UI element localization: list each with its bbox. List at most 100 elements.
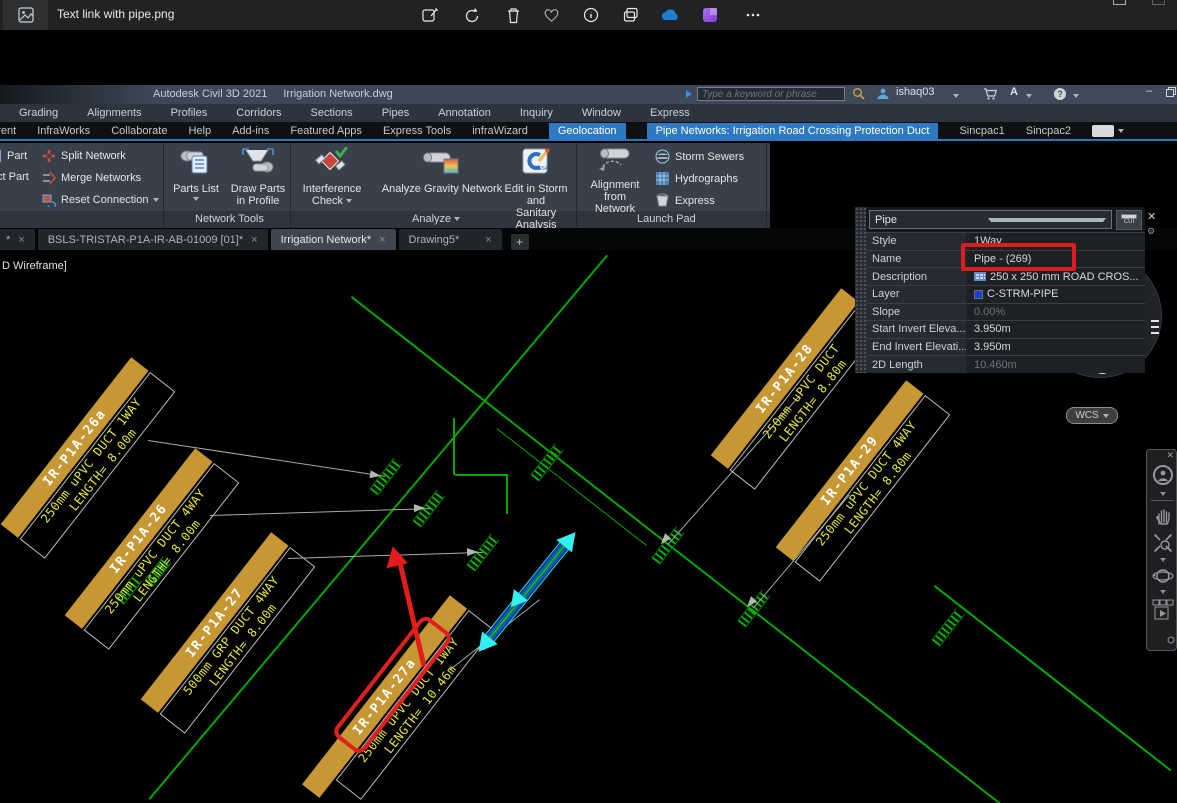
file-tab-bsls[interactable]: BSLS-TRISTAR-P1A-IR-AB-01009 [01]* ×	[37, 229, 268, 250]
keyword-search-input[interactable]	[697, 87, 845, 101]
more-icon[interactable]	[743, 5, 763, 25]
property-value[interactable]: C-STRM-PIPE	[966, 285, 1145, 303]
tab-collaborate[interactable]: Collaborate	[111, 125, 167, 137]
close-tab-icon[interactable]: ×	[251, 234, 257, 246]
navbar-customize-icon[interactable]	[1147, 636, 1177, 644]
merge-networks-button[interactable]: Merge Networks	[42, 171, 141, 185]
delete-icon[interactable]	[503, 5, 523, 25]
zoom-extents-icon[interactable]	[1147, 532, 1177, 554]
cui-button[interactable]: CUI	[1116, 209, 1142, 230]
pipe-label-IR-P1A-27a[interactable]: IR-P1A-27a 250mm uPVC DUCT 1WAY LENGTH= …	[302, 595, 494, 803]
analyze-gravity-network-button[interactable]: Analyze Gravity Network	[378, 149, 506, 195]
property-value[interactable]: 3.950m	[966, 321, 1145, 338]
navbar-close-icon[interactable]: ✕	[1166, 450, 1174, 461]
interference-check-button[interactable]: Interference Check	[296, 146, 368, 207]
restore-button[interactable]	[1166, 87, 1176, 100]
tab-sections[interactable]: Sections	[310, 107, 352, 119]
tab-infraworks[interactable]: InfraWorks	[37, 125, 90, 137]
search-expand-icon[interactable]	[686, 90, 692, 98]
help-icon[interactable]: ?	[1053, 87, 1067, 104]
tab-help[interactable]: Help	[188, 125, 211, 137]
road-crossing-duct[interactable]	[931, 608, 965, 647]
edit-draw-icon[interactable]	[420, 5, 440, 25]
panel-label-analyze[interactable]: Analyze	[412, 213, 461, 225]
view-controls[interactable]: D Wireframe]	[2, 260, 67, 272]
wcs-selector[interactable]: WCS	[1066, 407, 1118, 424]
window-control-icon[interactable]	[1113, 0, 1126, 5]
reset-connection-button[interactable]: Reset Connection	[42, 193, 160, 207]
wheel-menu-caret-icon[interactable]	[1160, 492, 1166, 496]
pan-hand-icon[interactable]	[1147, 506, 1177, 526]
signed-in-user[interactable]: ishaq03	[896, 86, 935, 98]
tab-overflow-dropdown[interactable]	[1092, 124, 1124, 137]
palette-grip-icon[interactable]	[1151, 320, 1159, 322]
tab-corridors[interactable]: Corridors	[236, 107, 281, 119]
hydrographs-button[interactable]: Hydrographs	[655, 171, 738, 186]
tab-profiles[interactable]: Profiles	[171, 107, 208, 119]
minimize-button[interactable]: –	[1146, 85, 1152, 97]
tab-sincpac2[interactable]: Sincpac2	[1026, 125, 1071, 137]
user-menu-caret-icon[interactable]	[953, 94, 959, 98]
navigation-wheel-icon[interactable]	[1147, 464, 1177, 486]
object-type-select[interactable]: Pipe	[869, 210, 1112, 229]
tab-infrawizard[interactable]: infraWizard	[472, 125, 528, 137]
window-control-icon[interactable]	[1152, 0, 1165, 5]
palette-move-grip[interactable]	[855, 207, 866, 373]
tab-geolocation[interactable]: Geolocation	[548, 122, 626, 139]
tab-inquiry[interactable]: Inquiry	[520, 107, 553, 119]
palette-grip-icon[interactable]	[1151, 332, 1159, 334]
app-store-cart-icon[interactable]	[983, 88, 997, 103]
new-drawing-tab-button[interactable]: +	[510, 234, 529, 250]
selected-pipe-269[interactable]	[470, 525, 584, 659]
app-gradient-icon[interactable]	[700, 5, 720, 25]
onedrive-icon[interactable]	[660, 5, 680, 25]
tab-alignments[interactable]: Alignments	[87, 107, 141, 119]
copy-icon[interactable]	[621, 5, 641, 25]
orbit-icon[interactable]	[1147, 566, 1177, 586]
autodesk-a360-icon[interactable]: A	[1010, 86, 1018, 98]
property-value[interactable]: 3.950m	[966, 338, 1145, 356]
panel-label-launch-pad[interactable]: Launch Pad	[637, 213, 696, 225]
file-tab-drawing5[interactable]: Drawing5* ×	[398, 229, 502, 250]
disconnect-part-button[interactable]: ct Part	[0, 171, 29, 183]
file-tab-partial[interactable]: * ×	[0, 229, 35, 250]
draw-parts-in-profile-button[interactable]: Draw Parts in Profile	[228, 147, 288, 207]
tab-annotation[interactable]: Annotation	[438, 107, 491, 119]
express-button[interactable]: Express	[655, 193, 715, 208]
panel-label-network-tools[interactable]: Network Tools	[195, 213, 264, 225]
road-crossing-duct[interactable]	[651, 526, 685, 565]
rotate-icon[interactable]	[462, 5, 482, 25]
help-caret-icon[interactable]	[1073, 94, 1079, 98]
tab-window[interactable]: Window	[582, 107, 621, 119]
favorite-icon[interactable]	[541, 5, 561, 25]
navigation-bar[interactable]: ✕	[1146, 449, 1177, 651]
tab-express[interactable]: Express	[650, 107, 690, 119]
storm-sewers-button[interactable]: Storm Sewers	[655, 149, 744, 164]
zoom-menu-caret-icon[interactable]	[1160, 558, 1166, 562]
tab-featured-apps[interactable]: Featured Apps	[290, 125, 362, 137]
tab-pipes[interactable]: Pipes	[382, 107, 410, 119]
file-tab-irrigation-network[interactable]: Irrigation Network* ×	[270, 229, 396, 250]
palette-close-icon[interactable]: ✕	[1147, 210, 1156, 223]
palette-grip-icon[interactable]	[1151, 326, 1159, 328]
alignment-from-network-button[interactable]: Alignment from Network	[584, 147, 646, 215]
info-icon[interactable]	[581, 5, 601, 25]
edit-in-ssa-button[interactable]: SSA Edit in Storm and Sanitary Analysis	[500, 147, 572, 231]
tab-grading[interactable]: Grading	[19, 107, 58, 119]
showmotion-icon[interactable]	[1147, 598, 1177, 622]
tab-pipe-networks-context[interactable]: Pipe Networks: Irrigation Road Crossing …	[646, 122, 939, 139]
search-icon[interactable]	[852, 87, 865, 103]
close-tab-icon[interactable]: ×	[18, 234, 24, 246]
split-network-button[interactable]: Split Network	[42, 149, 126, 163]
tab-express-tools[interactable]: Express Tools	[383, 125, 451, 137]
parts-list-button[interactable]: Parts List	[168, 147, 224, 201]
palette-settings-icon[interactable]: ⚙	[1147, 226, 1155, 237]
tab-sincpac1[interactable]: Sincpac1	[959, 125, 1004, 137]
tab-parent[interactable]: parent	[0, 125, 16, 137]
close-tab-icon[interactable]: ×	[485, 234, 491, 246]
a360-caret-icon[interactable]	[1026, 94, 1032, 98]
swap-part-button[interactable]: Part	[0, 149, 27, 163]
tab-add-ins[interactable]: Add-ins	[232, 125, 269, 137]
close-tab-icon[interactable]: ×	[379, 234, 385, 246]
orbit-menu-caret-icon[interactable]	[1160, 590, 1166, 594]
